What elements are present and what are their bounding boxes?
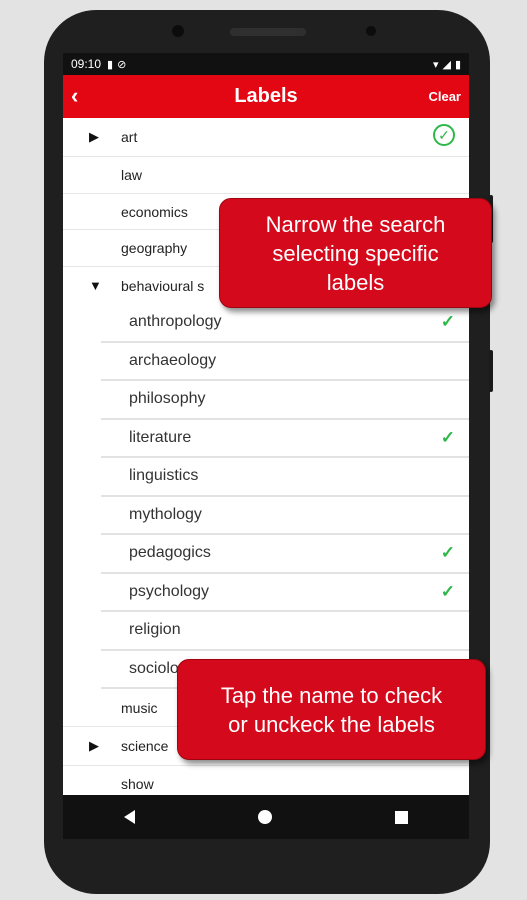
do-not-disturb-icon: ⊘ <box>117 58 127 71</box>
nav-back-icon[interactable] <box>124 810 136 824</box>
signal-icon: ◢ <box>442 58 451 71</box>
check-icon: ✓ <box>440 427 455 447</box>
label-name[interactable]: linguistics <box>129 467 198 485</box>
sd-card-icon: ▮ <box>107 58 114 71</box>
label-name[interactable]: art <box>121 129 137 145</box>
label-name[interactable]: philosophy <box>129 390 206 408</box>
check-icon: ✓ <box>440 581 455 601</box>
check-icon: ✓ <box>440 312 455 332</box>
label-name[interactable]: economics <box>121 204 188 220</box>
label-name[interactable]: geography <box>121 240 187 256</box>
callout-tap-name: Tap the name to check or unckeck the lab… <box>177 659 486 760</box>
sublabel-row-anthropology[interactable]: anthropology ✓ <box>101 304 469 343</box>
checked-circle-icon: ✓ <box>433 124 455 146</box>
sublabel-row-philosophy[interactable]: philosophy <box>101 381 469 420</box>
system-nav-bar <box>63 795 469 839</box>
sublabel-row-literature[interactable]: literature ✓ <box>101 420 469 458</box>
sublabel-row-archaeology[interactable]: archaeology <box>101 343 469 381</box>
wifi-icon: ▾ <box>432 58 439 71</box>
label-name[interactable]: archaeology <box>129 352 216 370</box>
label-name[interactable]: sociolo <box>129 660 179 678</box>
clear-button[interactable]: Clear <box>428 89 461 104</box>
nav-home-icon[interactable] <box>257 810 272 824</box>
sublabel-row-religion[interactable]: religion <box>101 612 469 651</box>
sublabel-row-psychology[interactable]: psychology ✓ <box>101 574 469 612</box>
label-name[interactable]: behavioural s <box>121 278 204 294</box>
status-bar: 09:10 ▮ ⊘ ▾ ◢ ▮ <box>63 53 469 75</box>
label-name[interactable]: anthropology <box>129 313 222 331</box>
status-time: 09:10 <box>71 57 102 71</box>
label-name[interactable]: science <box>121 738 168 754</box>
battery-icon: ▮ <box>454 58 461 71</box>
label-row-art[interactable]: ▶ art ✓ <box>63 118 469 157</box>
sublabel-row-mythology[interactable]: mythology <box>101 497 469 535</box>
label-name[interactable]: pedagogics <box>129 544 211 562</box>
front-camera <box>172 25 184 37</box>
callout-text: Narrow the search selecting specific lab… <box>265 211 446 295</box>
sublabel-row-pedagogics[interactable]: pedagogics ✓ <box>101 535 469 574</box>
expand-caret-icon[interactable]: ▶ <box>89 129 99 145</box>
label-name[interactable]: psychology <box>129 583 209 601</box>
app-bar: ‹ Labels Clear <box>63 75 469 118</box>
page-title: Labels <box>234 85 298 107</box>
label-name[interactable]: mythology <box>129 506 202 524</box>
earpiece-speaker <box>230 28 306 36</box>
callout-text: Tap the name to check or unckeck the lab… <box>220 682 443 737</box>
label-name[interactable]: show <box>121 776 154 792</box>
label-row-law[interactable]: law <box>63 157 469 194</box>
check-icon: ✓ <box>440 543 455 563</box>
expand-caret-icon[interactable]: ▶ <box>89 738 99 754</box>
label-name[interactable]: law <box>121 167 142 183</box>
collapse-caret-icon[interactable]: ▼ <box>89 278 102 293</box>
label-name[interactable]: music <box>121 700 158 716</box>
sublabel-row-linguistics[interactable]: linguistics <box>101 458 469 497</box>
proximity-sensor <box>366 26 376 36</box>
label-name[interactable]: religion <box>129 621 181 639</box>
power-button <box>489 350 493 392</box>
label-name[interactable]: literature <box>129 429 191 447</box>
nav-recents-icon[interactable] <box>394 810 408 824</box>
back-button[interactable]: ‹ <box>71 83 95 109</box>
callout-narrow-search: Narrow the search selecting specific lab… <box>219 198 492 308</box>
